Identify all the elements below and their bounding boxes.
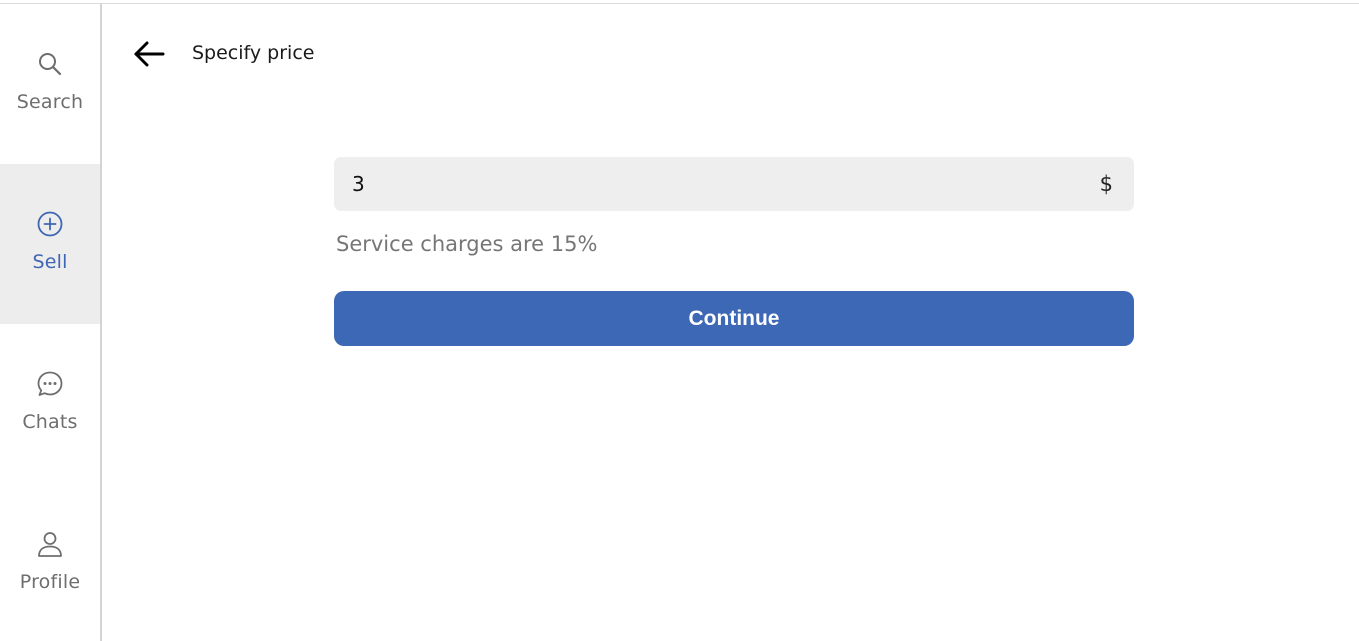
price-field: $ bbox=[334, 157, 1134, 211]
sidebar-item-chats[interactable]: Chats bbox=[0, 324, 100, 484]
user-icon bbox=[38, 532, 62, 557]
sidebar-item-profile[interactable]: Profile bbox=[0, 484, 100, 641]
price-input[interactable] bbox=[334, 157, 1074, 211]
page-title: Specify price bbox=[192, 42, 315, 64]
currency-symbol: $ bbox=[1099, 172, 1113, 196]
arrow-left-icon[interactable] bbox=[132, 38, 168, 70]
plus-circle-icon bbox=[37, 211, 63, 237]
service-charge-hint: Service charges are 15% bbox=[336, 232, 598, 256]
sidebar-item-label: Chats bbox=[22, 411, 78, 433]
sidebar-item-search[interactable]: Search bbox=[0, 4, 100, 164]
sidebar-item-label: Search bbox=[16, 91, 84, 113]
search-icon bbox=[39, 53, 62, 76]
continue-button[interactable]: Continue bbox=[334, 291, 1134, 346]
app-window: Search Sell Chats Profile Specify price … bbox=[0, 0, 1359, 641]
sidebar-item-sell[interactable]: Sell bbox=[0, 164, 100, 324]
sidebar: Search Sell Chats Profile bbox=[0, 4, 102, 641]
chat-bubble-icon bbox=[37, 371, 63, 396]
page-header: Specify price bbox=[102, 4, 1359, 104]
sidebar-item-label: Sell bbox=[32, 251, 68, 273]
sidebar-item-label: Profile bbox=[19, 571, 81, 593]
